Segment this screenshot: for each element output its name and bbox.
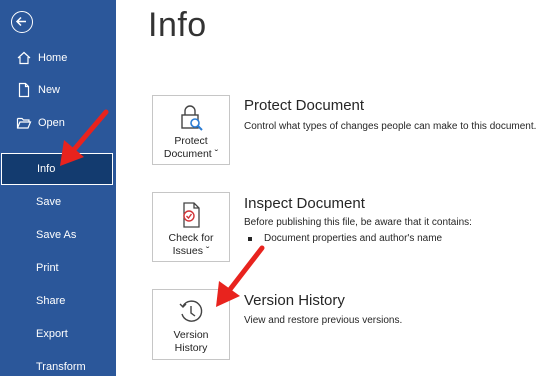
folder-open-icon: [16, 117, 32, 129]
tile-label: Protect: [174, 135, 208, 147]
sidebar-item-save[interactable]: Save: [0, 187, 116, 217]
protect-document-button[interactable]: Protect Document ˇ: [152, 95, 230, 165]
back-arrow-icon[interactable]: [11, 11, 33, 33]
sidebar-item-share[interactable]: Share: [0, 286, 116, 316]
list-item: Document properties and author's name: [248, 233, 442, 244]
section-title: Inspect Document: [244, 195, 365, 212]
sidebar-item-open[interactable]: Open: [0, 108, 116, 138]
sidebar-item-label: Info: [37, 163, 56, 175]
sidebar-item-print[interactable]: Print: [0, 253, 116, 283]
sidebar-item-label: New: [38, 84, 61, 96]
section-title: Version History: [244, 292, 345, 309]
tile-label: Version: [173, 329, 209, 341]
sidebar-item-label: Open: [38, 117, 65, 129]
bullet-icon: [248, 236, 252, 241]
document-check-icon: [183, 202, 200, 228]
sidebar-item-info[interactable]: Info: [1, 153, 113, 185]
sidebar-item-export[interactable]: Export: [0, 319, 116, 349]
sidebar-item-label: Transform: [36, 361, 86, 373]
sidebar-item-label: Home: [38, 52, 68, 64]
sidebar-item-label: Print: [36, 262, 59, 274]
section-title: Protect Document: [244, 97, 365, 114]
sidebar-item-label: Save As: [36, 229, 77, 241]
backstage-sidebar: Home New Open Info Save Save As Print Sh…: [0, 0, 116, 376]
section-description: View and restore previous versions.: [244, 315, 403, 326]
sidebar-item-transform[interactable]: Transform: [0, 352, 116, 382]
sidebar-item-save-as[interactable]: Save As: [0, 220, 116, 250]
home-icon: [17, 51, 31, 65]
section-description: Before publishing this file, be aware th…: [244, 217, 472, 228]
sidebar-item-home[interactable]: Home: [0, 43, 116, 73]
sidebar-item-new[interactable]: New: [0, 75, 116, 105]
sidebar-item-label: Share: [36, 295, 66, 307]
section-description: Control what types of changes people can…: [244, 121, 537, 132]
tile-label: Document ˇ: [163, 148, 219, 160]
bullet-text: Document properties and author's name: [264, 233, 443, 244]
lock-search-icon: [181, 105, 203, 131]
sidebar-item-label: Export: [36, 328, 68, 340]
version-history-button[interactable]: Version History: [152, 289, 230, 360]
tile-label: History: [174, 342, 208, 354]
tile-label: Issues ˇ: [172, 245, 210, 257]
tile-label: Check for: [168, 232, 214, 244]
new-document-icon: [18, 82, 30, 98]
check-for-issues-button[interactable]: Check for Issues ˇ: [152, 192, 230, 262]
page-title: Info: [148, 6, 207, 44]
clock-history-icon: [179, 300, 203, 322]
sidebar-item-label: Save: [36, 196, 62, 208]
